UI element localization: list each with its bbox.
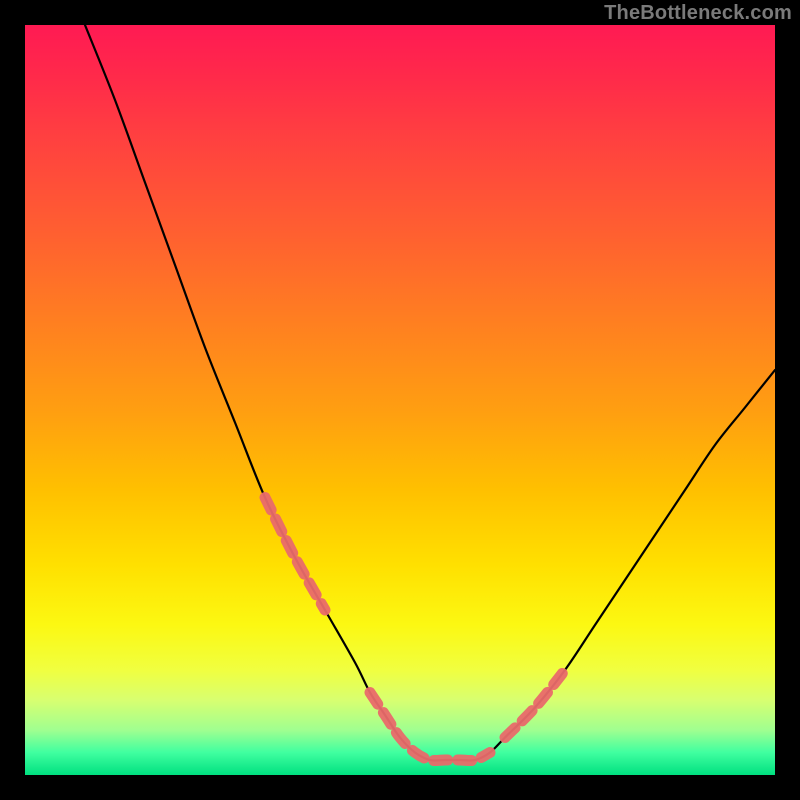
bottleneck-curve-svg xyxy=(25,25,775,775)
watermark-text: TheBottleneck.com xyxy=(604,2,792,25)
bottleneck-curve xyxy=(85,25,775,761)
plot-area xyxy=(25,25,775,775)
highlight-segment-2 xyxy=(505,670,565,738)
highlight-segment-1 xyxy=(370,693,490,761)
highlight-segment-0 xyxy=(265,498,325,611)
chart-container: TheBottleneck.com xyxy=(0,0,800,800)
